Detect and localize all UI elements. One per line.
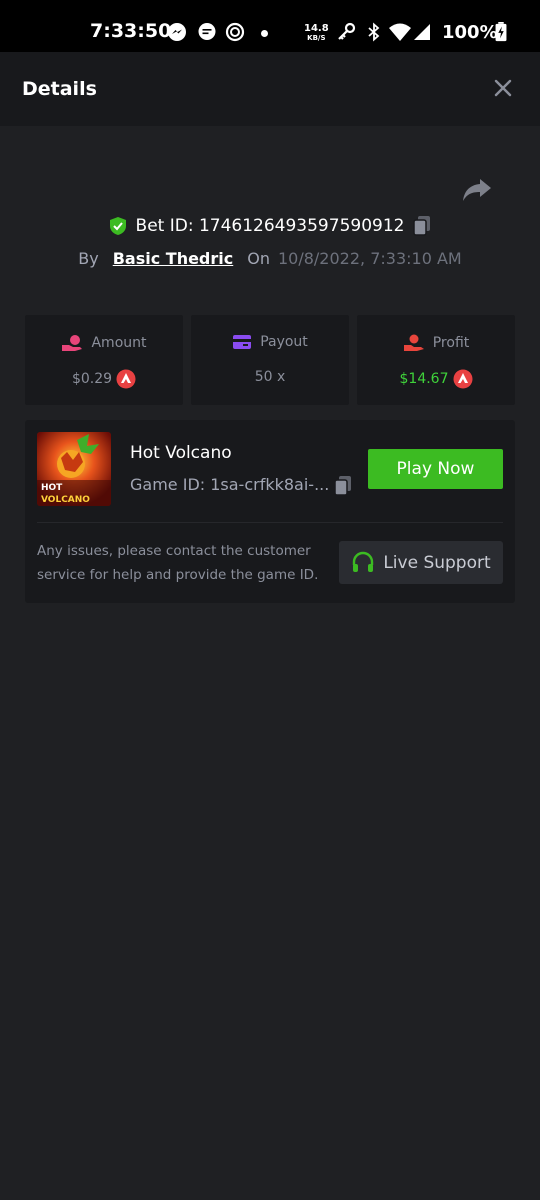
game-thumbnail[interactable]: HOT VOLCANO	[37, 432, 111, 506]
live-support-button[interactable]: Live Support	[339, 541, 503, 584]
game-id: Game ID: 1sa-crfkk8ai-...	[130, 475, 330, 494]
user-link[interactable]: Basic Thedric	[113, 249, 234, 268]
game-name[interactable]: Hot Volcano	[130, 443, 232, 463]
on-label: On	[247, 248, 270, 268]
stat-label: Profit	[432, 335, 470, 351]
avax-coin-icon	[453, 369, 472, 389]
stat-card-payout: Payout 50 x	[191, 315, 349, 405]
divider	[37, 522, 503, 523]
card-icon	[233, 335, 252, 349]
network-speed: 14.8 KB/S	[304, 23, 329, 43]
battery-percent: 100%	[442, 22, 498, 43]
copy-icon[interactable]	[333, 475, 353, 497]
status-bar: 7:33:50 14.8 KB/S 100%	[0, 0, 540, 52]
live-support-label: Live Support	[383, 552, 491, 573]
details-header: Details	[0, 52, 540, 126]
stat-label: Amount	[91, 335, 147, 351]
share-icon[interactable]	[460, 175, 494, 205]
verified-shield-icon	[109, 217, 126, 235]
profit-hand-icon	[403, 334, 424, 351]
bet-id: Bet ID: 1746126493597590912	[135, 216, 405, 236]
svg-text:HOT: HOT	[41, 483, 63, 493]
bet-id-row: Bet ID: 1746126493597590912	[0, 211, 540, 241]
headset-icon	[353, 551, 374, 572]
stat-card-amount: Amount $0.29	[25, 315, 183, 405]
avax-coin-icon	[116, 369, 136, 389]
stat-value: $14.67	[399, 371, 449, 387]
battery-charging-icon	[495, 22, 507, 42]
bluetooth-icon	[368, 22, 380, 42]
stat-card-profit: Profit $14.67	[357, 315, 515, 405]
messenger-icon	[168, 23, 186, 41]
page-title: Details	[22, 78, 97, 100]
notification-dot-icon	[261, 30, 268, 37]
by-label: By	[78, 248, 99, 268]
game-card: HOT VOLCANO Hot Volcano Game ID: 1sa-crf…	[25, 420, 515, 603]
bet-date: 10/8/2022, 7:33:10 AM	[277, 248, 462, 268]
copy-icon[interactable]	[412, 215, 432, 237]
svg-text:VOLCANO: VOLCANO	[41, 495, 90, 505]
bet-meta-row: By Basic Thedric On 10/8/2022, 7:33:10 A…	[0, 245, 540, 271]
play-now-button[interactable]: Play Now	[368, 449, 503, 489]
cell-signal-icon	[414, 24, 430, 40]
sync-icon	[225, 22, 245, 42]
money-hand-icon	[62, 335, 83, 351]
stat-value: 50 x	[254, 369, 286, 385]
stat-value: $0.29	[71, 371, 113, 387]
wifi-icon	[389, 23, 411, 41]
support-text: Any issues, please contact the customer …	[37, 543, 319, 583]
close-icon[interactable]	[488, 73, 518, 103]
stat-label: Payout	[260, 334, 308, 350]
chat-icon	[198, 23, 216, 40]
volcano-logo-icon: HOT VOLCANO	[37, 432, 111, 506]
status-time: 7:33:50	[90, 20, 172, 42]
key-icon	[338, 22, 356, 40]
